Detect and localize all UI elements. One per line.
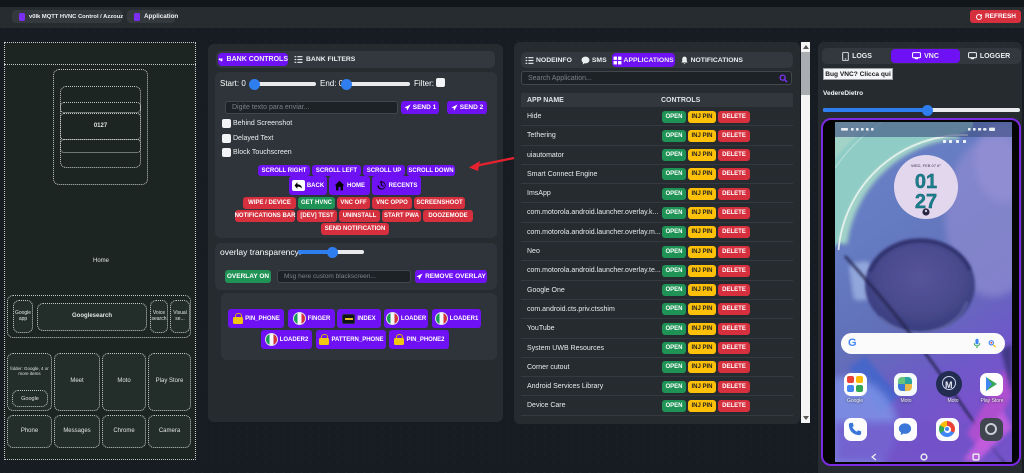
svg-text:WED, FEB 07 6°: WED, FEB 07 6°	[911, 163, 941, 168]
svg-text:01: 01	[915, 171, 937, 193]
